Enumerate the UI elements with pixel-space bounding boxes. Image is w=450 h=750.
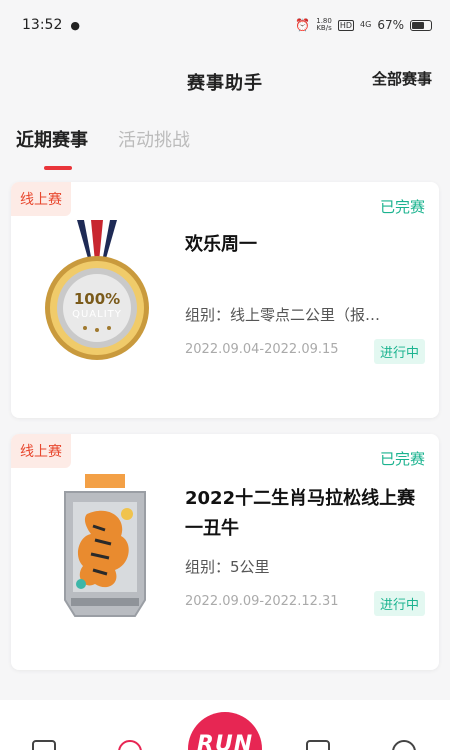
event-group: 组别：5公里: [185, 558, 270, 576]
event-date-range: 2022.09.09-2022.12.31: [185, 594, 339, 609]
signal-icon: 4G: [360, 20, 372, 29]
in-progress-badge: 进行中: [373, 339, 425, 364]
chat-bubble-icon: ●: [70, 18, 80, 32]
tab-activity-challenge[interactable]: 活动挑战: [118, 126, 190, 164]
tab-bar: 近期赛事 活动挑战: [16, 126, 190, 170]
nav-message-icon[interactable]: [306, 740, 330, 750]
alarm-icon: ⏰: [295, 18, 311, 32]
event-type-tag: 线上赛: [11, 434, 71, 468]
in-progress-badge: 进行中: [373, 591, 425, 616]
battery-percent: 67%: [377, 18, 404, 32]
battery-icon: [410, 19, 432, 31]
status-right: ⏰ 1.80 KB/s HD 4G 67%: [295, 18, 432, 32]
medal-image: 100% QUALITY: [37, 220, 157, 370]
all-events-link[interactable]: 全部赛事: [372, 68, 432, 89]
completion-status: 已完赛: [379, 450, 425, 468]
medal-text-bottom: QUALITY: [72, 309, 122, 320]
event-card[interactable]: 线上赛 已完赛 100% QUALITY 欢乐周一 组别：线上零点二公里（报… …: [11, 182, 439, 418]
tiger-medal-image: [55, 474, 155, 624]
hd-icon: HD: [337, 19, 355, 31]
nav-home-icon[interactable]: [32, 740, 56, 750]
status-left: 13:52 ●: [22, 17, 80, 33]
net-speed: 1.80 KB/s: [316, 18, 332, 32]
status-bar: 13:52 ● ⏰ 1.80 KB/s HD 4G 67%: [0, 0, 450, 50]
header: 赛事助手 全部赛事: [0, 50, 450, 114]
tab-recent-events[interactable]: 近期赛事: [16, 126, 88, 170]
page-title: 赛事助手: [187, 73, 263, 94]
tiger-medal-icon: [64, 474, 146, 617]
event-title: 2022十二生肖马拉松线上赛一丑牛: [185, 488, 416, 539]
event-title: 欢乐周一: [185, 234, 257, 255]
medal-text-top: 100%: [73, 290, 121, 308]
event-date-range: 2022.09.04-2022.09.15: [185, 342, 339, 357]
completion-status: 已完赛: [379, 198, 425, 216]
status-time: 13:52: [22, 17, 63, 33]
net-speed-unit: KB/s: [316, 24, 332, 32]
event-card[interactable]: 线上赛 已完赛 2022十二生肖马拉松线上赛一丑牛 组别：5公里 2022.09…: [11, 434, 439, 670]
event-group: 组别：线上零点二公里（报…: [185, 306, 381, 324]
event-type-tag: 线上赛: [11, 182, 71, 216]
